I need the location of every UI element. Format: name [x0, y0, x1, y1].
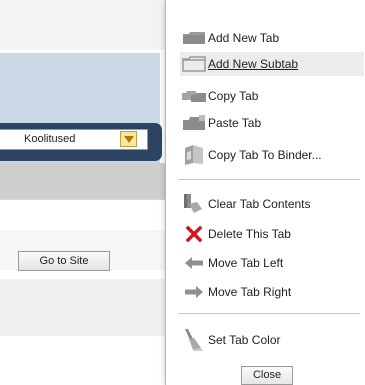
menu-separator — [178, 179, 360, 180]
menu-item-label: Move Tab Right — [208, 285, 292, 299]
paste-tab-icon — [180, 112, 208, 134]
add-subtab-icon — [180, 53, 208, 75]
close-button[interactable]: Close — [241, 366, 293, 385]
menu-item-label: Clear Tab Contents — [208, 197, 311, 211]
menu-separator — [178, 313, 360, 314]
select-dropdown-arrow-icon[interactable] — [120, 131, 137, 147]
page-toolbar-band — [0, 163, 170, 199]
menu-item-add-new-subtab[interactable]: Add New Subtab — [180, 52, 364, 76]
menu-item-paste-tab[interactable]: Paste Tab — [180, 111, 364, 135]
menu-item-label: Add New Subtab — [208, 57, 299, 71]
menu-item-copy-tab-to-binder[interactable]: Copy Tab To Binder... — [180, 143, 364, 167]
menu-item-label: Move Tab Left — [208, 256, 284, 270]
binder-icon — [180, 144, 208, 166]
arrow-right-icon — [180, 281, 208, 303]
red-x-icon — [180, 223, 208, 245]
add-tab-icon — [180, 27, 208, 49]
menu-item-move-tab-left[interactable]: Move Tab Left — [180, 251, 364, 275]
page-content-area — [0, 200, 170, 230]
menu-item-label: Add New Tab — [208, 31, 280, 45]
menu-item-copy-tab[interactable]: Copy Tab — [180, 84, 364, 108]
menu-item-add-new-tab[interactable]: Add New Tab — [180, 26, 364, 50]
menu-item-label: Paste Tab — [208, 116, 262, 130]
menu-item-label: Delete This Tab — [208, 227, 291, 241]
menu-item-label: Copy Tab To Binder... — [208, 148, 322, 162]
eraser-icon — [180, 193, 208, 215]
go-to-site-button[interactable]: Go to Site — [18, 251, 110, 271]
menu-item-label: Set Tab Color — [208, 333, 281, 347]
arrow-left-icon — [180, 252, 208, 274]
copy-tab-icon — [180, 85, 208, 107]
page-lower-band — [0, 279, 170, 336]
menu-item-move-tab-right[interactable]: Move Tab Right — [180, 280, 364, 304]
menu-item-label: Copy Tab — [208, 89, 259, 103]
page-top-area — [0, 0, 170, 50]
menu-item-set-tab-color[interactable]: Set Tab Color — [180, 328, 364, 352]
menu-item-clear-tab-contents[interactable]: Clear Tab Contents — [180, 192, 364, 216]
paint-brush-icon — [180, 329, 208, 351]
menu-item-delete-this-tab[interactable]: Delete This Tab — [180, 222, 364, 246]
tab-context-menu: Add New Tab Add New Subtab Copy Tab Past… — [165, 0, 365, 385]
